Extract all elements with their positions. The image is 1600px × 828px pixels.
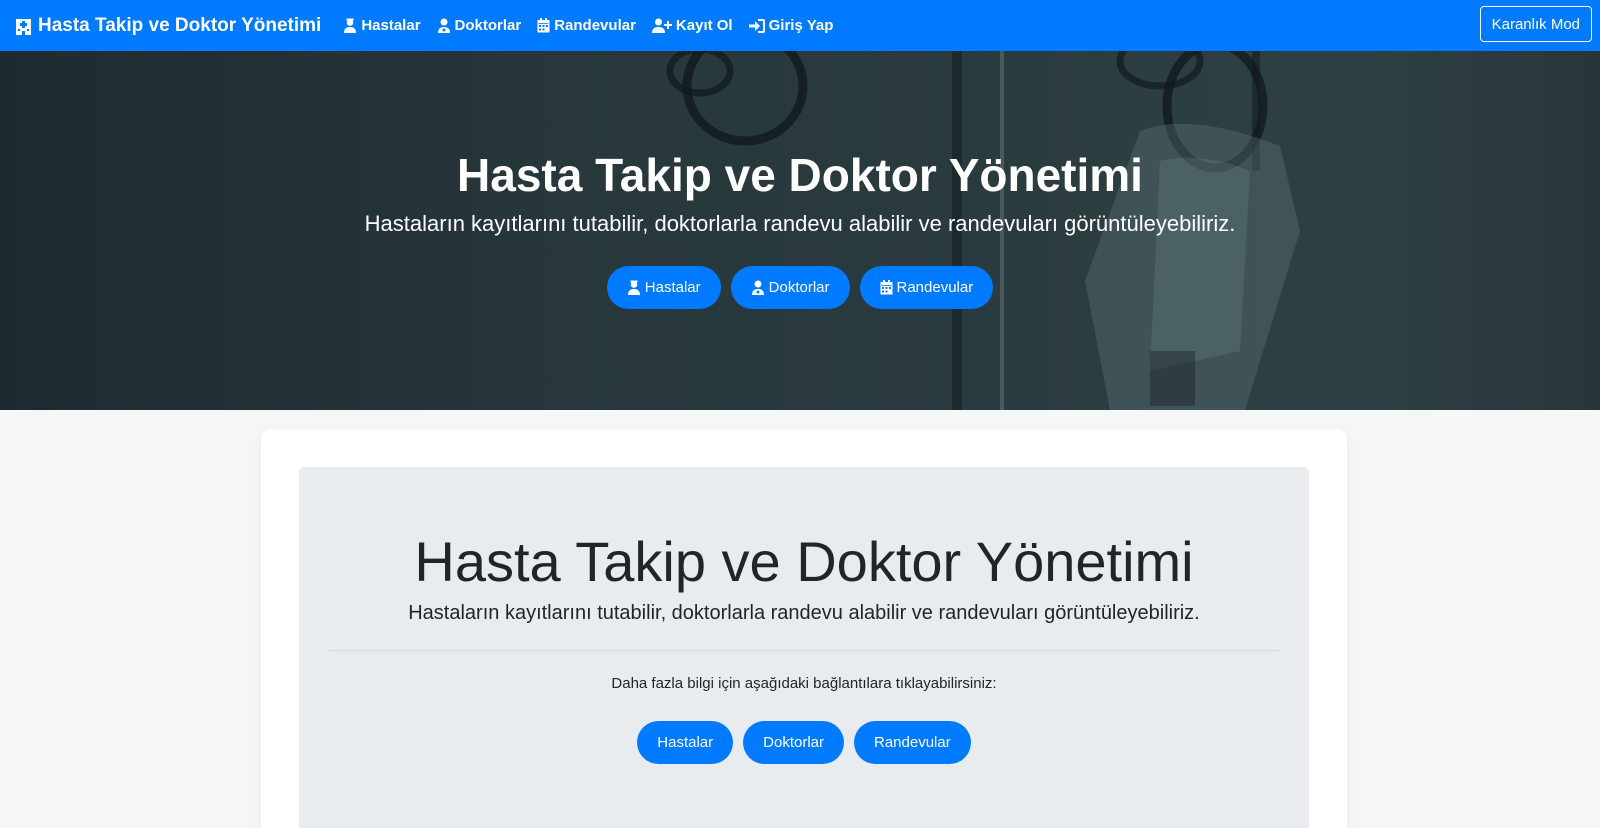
brand-link[interactable]: Hasta Takip ve Doktor Yönetimi: [15, 15, 321, 37]
jumbotron-randevular-button[interactable]: Randevular: [854, 721, 971, 764]
nav-link-giris-yap[interactable]: Giriş Yap: [748, 17, 834, 34]
user-nurse-icon: [627, 280, 640, 295]
brand-text: Hasta Takip ve Doktor Yönetimi: [38, 14, 322, 36]
nav-link-label: Giriş Yap: [768, 17, 834, 34]
hero-doktorlar-button[interactable]: Doktorlar: [730, 266, 850, 309]
main-card: Hasta Takip ve Doktor Yönetimi Hastaları…: [261, 429, 1347, 828]
user-nurse-icon: [344, 18, 357, 33]
jumbotron-hastalar-button[interactable]: Hastalar: [637, 721, 734, 764]
button-label: Doktorlar: [763, 734, 824, 751]
sign-in-icon: [748, 18, 765, 33]
nav-link-kayit-ol[interactable]: Kayıt Ol: [651, 17, 733, 34]
button-label: Randevular: [896, 279, 974, 296]
calendar-icon: [880, 280, 892, 295]
button-label: Hastalar: [644, 279, 701, 296]
nav-link-label: Randevular: [554, 17, 636, 34]
jumbotron-doktorlar-button[interactable]: Doktorlar: [743, 721, 844, 764]
calendar-icon: [537, 18, 550, 33]
nav-link-label: Doktorlar: [454, 17, 522, 34]
nav-link-label: Hastalar: [361, 17, 421, 34]
hero-title: Hasta Takip ve Doktor Yönetimi: [457, 149, 1143, 201]
jumbotron-info-text: Daha fazla bilgi için aşağıdaki bağlantı…: [611, 675, 997, 692]
nav-link-label: Kayıt Ol: [675, 17, 733, 34]
hero-button-group: Hastalar Doktorlar Randevular: [0, 266, 1600, 309]
jumbotron-subtitle: Hastaların kayıtlarını tutabilir, doktor…: [408, 602, 1200, 624]
jumbotron-button-group: Hastalar Doktorlar Randevular: [299, 721, 1309, 764]
navbar: Hasta Takip ve Doktor Yönetimi Hastalar …: [0, 0, 1600, 51]
hospital-icon: [16, 18, 31, 35]
nav-link-hastalar[interactable]: Hastalar: [343, 17, 421, 34]
button-label: Doktorlar: [768, 279, 830, 296]
user-doctor-icon: [751, 280, 764, 295]
divider: [329, 650, 1279, 651]
dark-mode-button[interactable]: Karanlık Mod: [1479, 6, 1592, 42]
nav-link-doktorlar[interactable]: Doktorlar: [437, 17, 522, 34]
hero-randevular-button[interactable]: Randevular: [859, 266, 994, 309]
user-doctor-icon: [437, 18, 450, 33]
jumbotron: Hasta Takip ve Doktor Yönetimi Hastaları…: [299, 467, 1309, 828]
hero-subtitle: Hastaların kayıtlarını tutabilir, doktor…: [364, 211, 1236, 236]
hero-section: Hasta Takip ve Doktor Yönetimi Hastaları…: [0, 51, 1600, 410]
jumbotron-title: Hasta Takip ve Doktor Yönetimi: [414, 530, 1194, 593]
hero-hastalar-button[interactable]: Hastalar: [606, 266, 721, 309]
user-plus-icon: [651, 18, 672, 33]
button-label: Randevular: [874, 734, 951, 751]
button-label: Hastalar: [657, 734, 714, 751]
nav-link-randevular[interactable]: Randevular: [537, 17, 636, 34]
